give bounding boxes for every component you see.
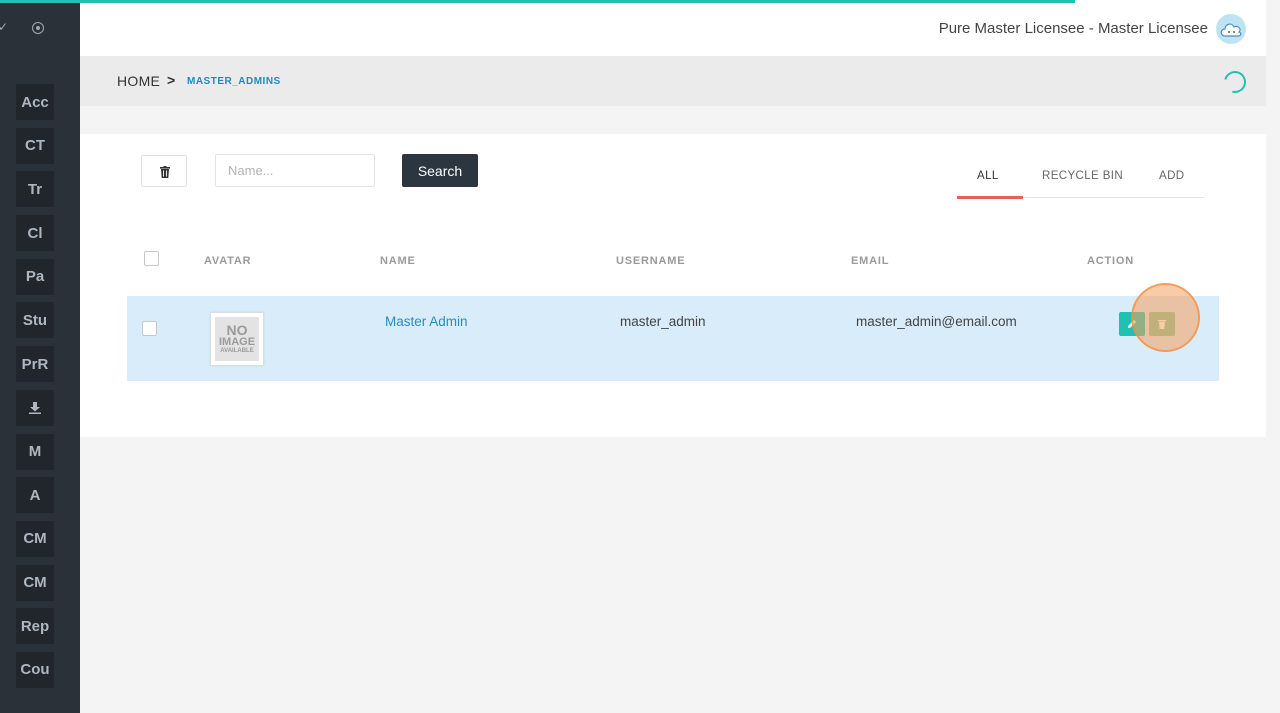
cloud-avatar-icon[interactable] [1216, 14, 1246, 44]
tab-add[interactable]: ADD [1159, 170, 1184, 182]
sidebar-item-cou[interactable]: Cou [16, 651, 54, 688]
tab-bar: ALL RECYCLE BIN ADD [957, 156, 1204, 199]
check-icon[interactable]: ✓ [0, 20, 8, 34]
column-header-username: USERNAME [616, 255, 686, 267]
no-image-text-line1: NO [226, 322, 248, 338]
sidebar-item-m[interactable]: M [16, 433, 54, 470]
top-header: Pure Master Licensee - Master Licensee [80, 0, 1266, 56]
content-panel: Search ALL RECYCLE BIN ADD AVATAR NAME U… [80, 134, 1266, 437]
user-account-label[interactable]: Pure Master Licensee - Master Licensee [939, 20, 1208, 37]
page-load-progress-bar [0, 0, 1076, 3]
sidebar-menu: Acc CT Tr Cl Pa Stu PrR M A CM CM Rep Cou [16, 84, 54, 696]
tab-recycle-bin[interactable]: RECYCLE BIN [1042, 170, 1123, 182]
sidebar-item-rep[interactable]: Rep [16, 608, 54, 645]
sidebar-top: ✓ [0, 0, 80, 58]
breadcrumb: HOME > MASTER_ADMINS [80, 56, 1266, 106]
no-image-text-line2: IMAGE [218, 336, 256, 348]
sidebar-item-cm[interactable]: CM [16, 520, 54, 557]
bulk-delete-button[interactable] [141, 155, 187, 187]
sidebar-item-acc[interactable]: Acc [16, 84, 54, 120]
username-cell: master_admin [620, 314, 706, 329]
breadcrumb-home-link[interactable]: HOME [117, 73, 160, 89]
loading-spinner-icon [1219, 66, 1251, 98]
name-search-input[interactable] [215, 154, 375, 187]
email-cell: master_admin@email.com [856, 314, 1017, 329]
sidebar-item-cm[interactable]: CM [16, 564, 54, 601]
sidebar-item-prr[interactable]: PrR [16, 346, 54, 383]
admin-name-link[interactable]: Master Admin [385, 314, 468, 329]
download-icon [29, 401, 41, 414]
column-header-avatar: AVATAR [204, 255, 252, 267]
breadcrumb-separator: > [167, 72, 176, 88]
table-row[interactable]: NO IMAGE AVAILABLE Master Admin master_a… [127, 283, 1219, 381]
active-tab-indicator [957, 196, 1023, 199]
column-header-action: ACTION [1087, 255, 1134, 267]
sidebar-item-cl[interactable]: Cl [16, 215, 54, 252]
column-header-email: EMAIL [851, 255, 890, 267]
sidebar-item-tr[interactable]: Tr [16, 171, 54, 208]
search-button[interactable]: Search [402, 154, 478, 187]
sidebar-item-stu[interactable]: Stu [16, 302, 54, 339]
sidebar-item-pa[interactable]: Pa [16, 258, 54, 295]
no-image-text-line3: AVAILABLE [220, 348, 254, 354]
trash-icon [160, 166, 170, 178]
sidebar-item-download[interactable] [16, 389, 54, 426]
click-indicator [1131, 283, 1200, 352]
avatar-placeholder-image: NO IMAGE AVAILABLE [210, 312, 264, 366]
row-checkbox[interactable] [142, 321, 157, 336]
column-header-name: NAME [380, 255, 416, 267]
tab-all[interactable]: ALL [977, 170, 999, 182]
breadcrumb-current: MASTER_ADMINS [187, 76, 281, 87]
select-all-checkbox[interactable] [144, 251, 159, 266]
sidebar-item-ct[interactable]: CT [16, 127, 54, 164]
target-icon[interactable] [32, 22, 44, 34]
sidebar-item-a[interactable]: A [16, 477, 54, 514]
sidebar: ✓ Acc CT Tr Cl Pa Stu PrR M A CM CM Rep Cou [0, 0, 80, 713]
